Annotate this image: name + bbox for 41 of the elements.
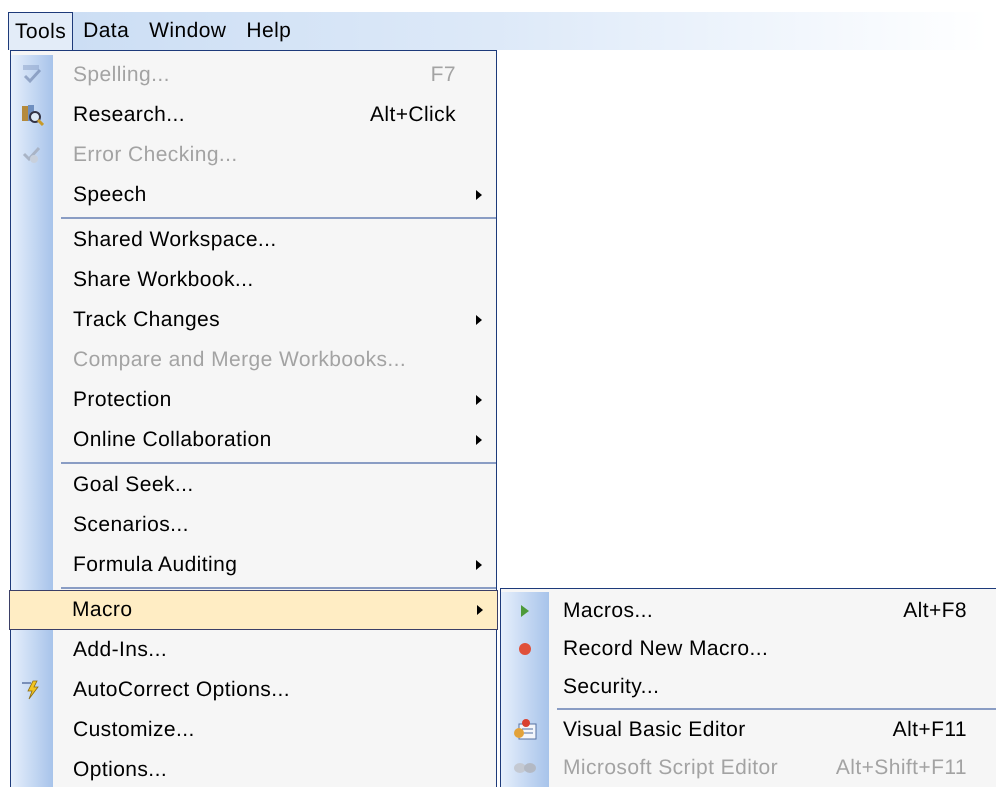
shortcut-label: Alt+Click	[370, 102, 456, 128]
play-icon	[520, 604, 530, 618]
menu-item[interactable]: Macros... Alt+F8	[501, 592, 996, 630]
menu-item[interactable]: Scenarios...	[11, 505, 496, 545]
menu-bar-item[interactable]: Data	[73, 12, 140, 50]
submenu-arrow-icon	[476, 190, 482, 200]
book-magnifier-icon	[20, 103, 44, 127]
scroll-icon	[513, 761, 537, 775]
menu-item[interactable]: Speech	[11, 175, 496, 215]
shortcut-label: Alt+Shift+F11	[836, 755, 967, 782]
check-icon	[21, 144, 43, 166]
menu-item[interactable]: Online Collaboration	[11, 420, 496, 460]
menu-item[interactable]: Customize...	[11, 710, 496, 750]
submenu-arrow-icon	[476, 560, 482, 570]
spell-check-icon	[21, 64, 43, 86]
submenu-arrow-icon	[477, 605, 483, 615]
menu-item[interactable]: Security...	[501, 668, 996, 706]
menu-item[interactable]: Options...	[11, 750, 496, 787]
menu-item[interactable]: Formula Auditing	[11, 545, 496, 585]
submenu-arrow-icon	[476, 435, 482, 445]
menu-item[interactable]: Research... Alt+Click	[11, 95, 496, 135]
menu-item[interactable]: Macro	[9, 590, 498, 630]
shortcut-label: Alt+F8	[903, 598, 967, 624]
menu-item[interactable]: AutoCorrect Options...	[11, 670, 496, 710]
menu-item[interactable]: Track Changes	[11, 300, 496, 340]
menu-bar-item[interactable]: Tools	[8, 12, 74, 50]
menu-item[interactable]: Visual Basic Editor Alt+F11	[501, 711, 996, 749]
menu-item[interactable]: Record New Macro...	[501, 630, 996, 668]
shortcut-label: F7	[430, 62, 456, 88]
menu-bar-item[interactable]: Window	[139, 12, 236, 50]
menu-bar-item[interactable]: Help	[236, 12, 302, 50]
shortcut-label: Alt+F11	[892, 717, 967, 744]
menu-item[interactable]: Goal Seek...	[11, 465, 496, 505]
menu-item[interactable]: Shared Workspace...	[11, 220, 496, 260]
submenu-arrow-icon	[476, 395, 482, 405]
menu-item[interactable]: Protection	[11, 380, 496, 420]
record-icon	[518, 642, 532, 656]
menu-item[interactable]: Add-Ins...	[11, 630, 496, 670]
editor-icon	[513, 719, 537, 741]
menu-item[interactable]: Share Workbook...	[11, 260, 496, 300]
submenu-arrow-icon	[476, 315, 482, 325]
